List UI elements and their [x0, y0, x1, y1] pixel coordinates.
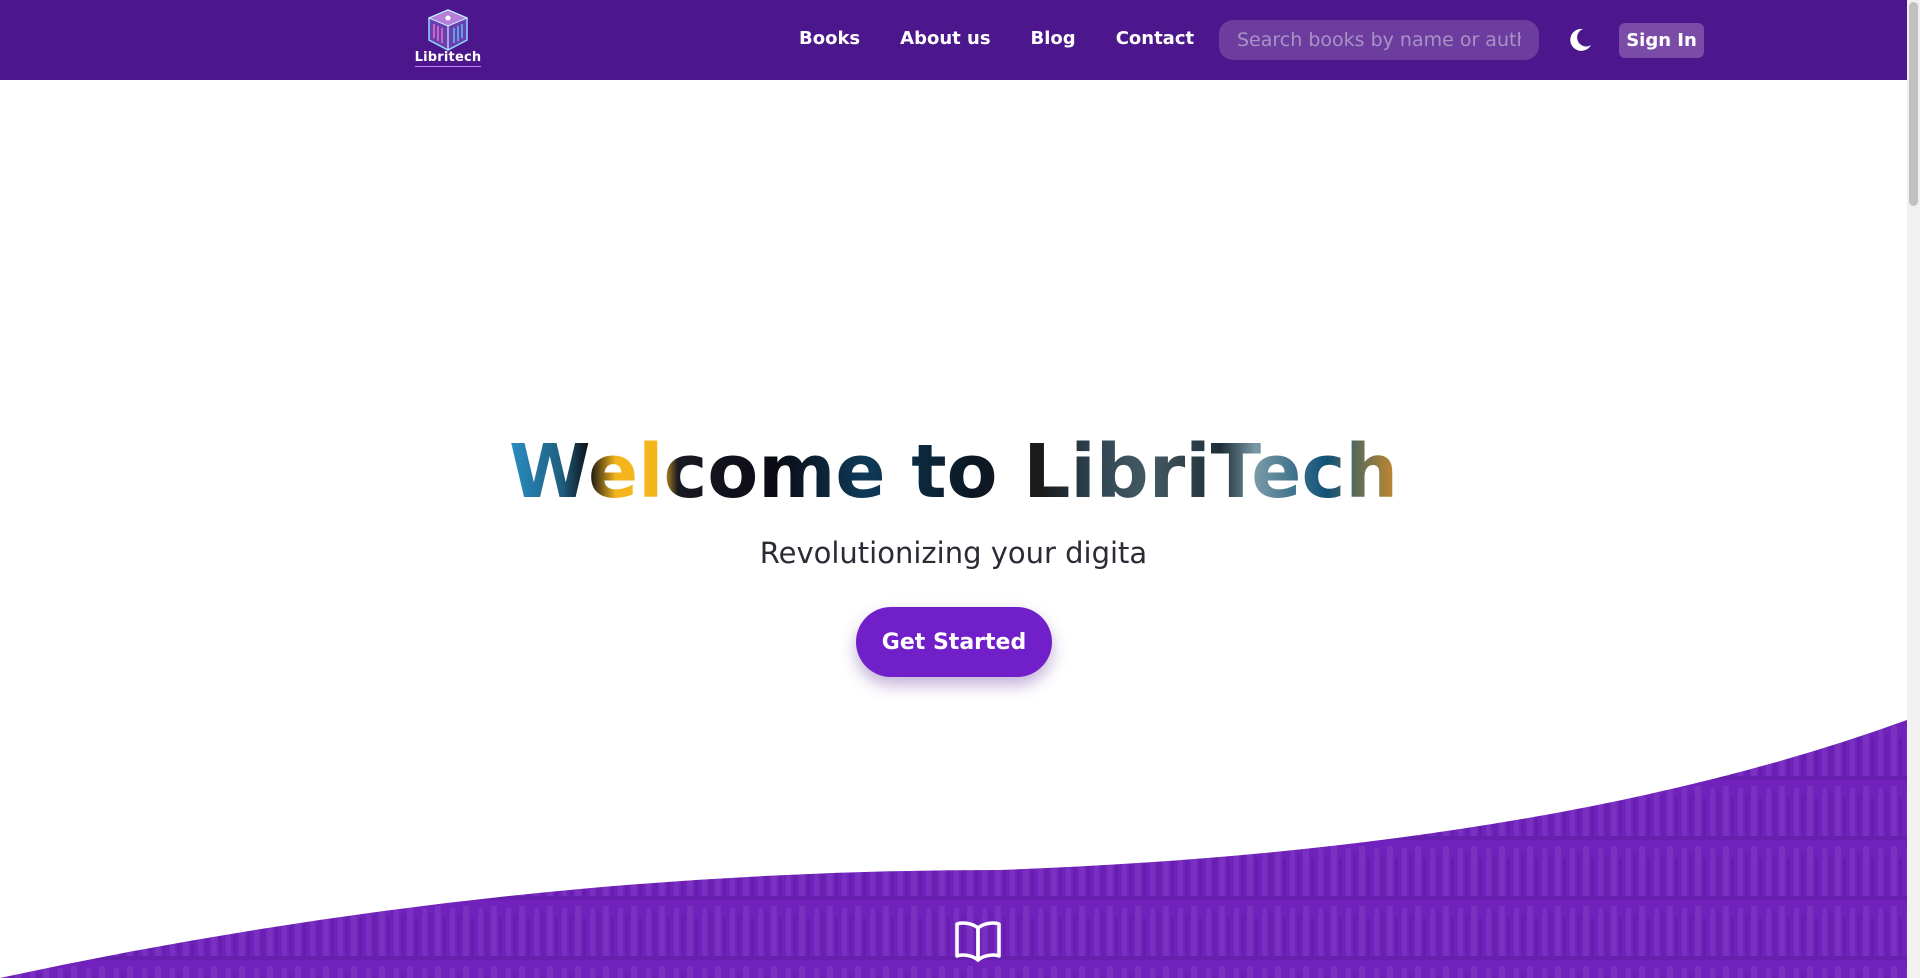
- hero-subtitle: Revolutionizing your digita: [759, 536, 1148, 570]
- logo-icon: [427, 9, 469, 51]
- logo[interactable]: Libritech: [414, 8, 482, 72]
- get-started-button[interactable]: Get Started: [856, 607, 1052, 677]
- moon-icon[interactable]: [1566, 26, 1594, 54]
- nav-link-contact[interactable]: Contact: [1116, 28, 1194, 49]
- nav-link-blog[interactable]: Blog: [1031, 28, 1076, 49]
- open-book-icon: [955, 921, 1001, 962]
- navbar: Libritech Books About us Blog Contact Si…: [0, 0, 1907, 80]
- nav-link-books[interactable]: Books: [799, 28, 860, 49]
- scrollbar-thumb[interactable]: [1909, 2, 1918, 206]
- hero-title: Welcome to LibriTech: [0, 430, 1907, 514]
- nav-links: Books About us Blog Contact: [799, 28, 1234, 49]
- nav-link-about-us[interactable]: About us: [900, 28, 990, 49]
- hero-title-text: Welcome to LibriTech: [508, 429, 1398, 515]
- logo-text: Libritech: [414, 50, 482, 67]
- search-input[interactable]: [1219, 20, 1539, 60]
- scrollbar[interactable]: [1907, 0, 1920, 978]
- sign-in-button[interactable]: Sign In: [1619, 23, 1704, 58]
